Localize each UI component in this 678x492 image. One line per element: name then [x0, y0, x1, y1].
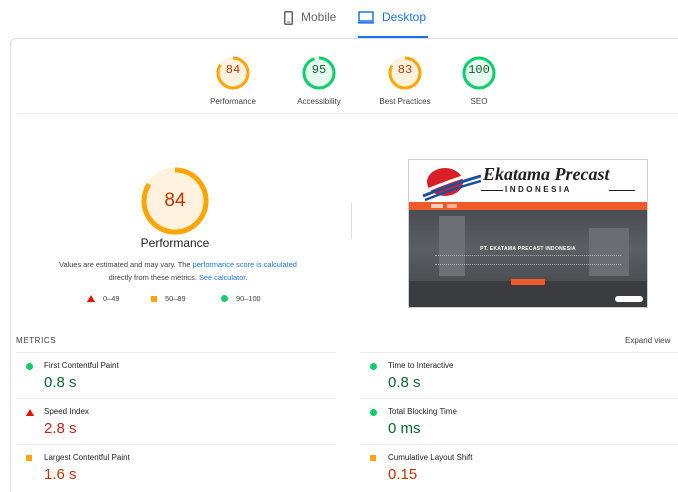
metric-cls: Cumulative Layout Shift 0.15 [360, 444, 678, 490]
device-tabs: Mobile Desktop [0, 0, 678, 38]
category-summary: 84 Performance 95 Accessibility 83 Best … [11, 55, 678, 115]
metric-value: 0.15 [388, 466, 418, 483]
logo-swoosh-icon [422, 168, 481, 202]
mobile-icon [284, 11, 293, 28]
score-label: Performance [210, 97, 256, 106]
site-nav [409, 202, 647, 210]
metric-name: Speed Index [44, 407, 89, 416]
score-label: Best Practices [379, 97, 431, 106]
gauge-performance[interactable]: 84 Performance [193, 55, 273, 106]
pass-circle-icon [26, 363, 33, 370]
average-square-icon [26, 455, 32, 461]
desc-text-1: Values are estimated and may vary. The [59, 260, 193, 269]
final-screenshot[interactable]: Ekatama Precast INDONESIA PT. EKATAMA PR… [408, 159, 648, 308]
see-calculator-link[interactable]: See calculator. [199, 273, 247, 282]
gauge-accessibility[interactable]: 95 Accessibility [279, 55, 359, 106]
score-label: SEO [470, 97, 488, 106]
score-value: 84 [225, 63, 241, 77]
tab-mobile-label: Mobile [301, 10, 337, 24]
tab-desktop[interactable]: Desktop [358, 10, 429, 38]
legend-pass: 90–100 [221, 294, 261, 303]
square-icon [151, 295, 157, 302]
performance-score: 84 [164, 190, 186, 211]
desktop-icon [358, 11, 374, 27]
score-label: Accessibility [297, 97, 341, 106]
hero-button [511, 279, 545, 285]
metric-value: 0.8 s [388, 374, 421, 391]
score-value: 95 [311, 63, 327, 77]
brand-rule-left [481, 190, 503, 191]
metric-tbt: Total Blocking Time 0 ms [360, 398, 678, 444]
legend-pass-label: 90–100 [236, 294, 261, 303]
legend-fail-label: 0–49 [103, 294, 120, 303]
hero-text [435, 255, 621, 265]
metric-tti: Time to Interactive 0.8 s [360, 352, 678, 398]
brand-sub: INDONESIA [505, 185, 572, 194]
score-value: 100 [468, 63, 490, 77]
gauge-best-practices[interactable]: 83 Best Practices [365, 55, 445, 106]
hero-structure [589, 228, 629, 276]
nav-item [431, 204, 443, 208]
legend-average-label: 50–89 [165, 294, 186, 303]
tab-desktop-label: Desktop [382, 10, 427, 24]
tab-mobile[interactable]: Mobile [284, 10, 336, 38]
score-calculated-link[interactable]: performance score is calculated [193, 260, 297, 269]
metric-name: Time to Interactive [388, 361, 454, 370]
metric-lcp: Largest Contentful Paint 1.6 s [16, 444, 336, 490]
site-hero: PT. EKATAMA PRECAST INDONESIA [409, 210, 647, 307]
legend-fail: 0–49 [87, 294, 119, 303]
metric-name: Largest Contentful Paint [44, 453, 130, 462]
summary-divider [17, 113, 678, 114]
fail-triangle-icon [26, 409, 34, 416]
gauge-seo[interactable]: 100 SEO [439, 55, 519, 106]
metric-value: 1.6 s [44, 466, 77, 483]
metric-value: 0.8 s [44, 374, 77, 391]
desc-text-2: directly from these metrics. [108, 273, 199, 282]
expand-view-toggle[interactable]: Expand view [625, 336, 670, 345]
metric-value: 0 ms [388, 420, 421, 437]
nav-item [447, 204, 457, 208]
metric-value: 2.8 s [44, 420, 77, 437]
legend-average: 50–89 [151, 294, 186, 303]
performance-title: Performance [140, 236, 210, 250]
pass-circle-icon [370, 409, 377, 416]
hero-title: PT. EKATAMA PRECAST INDONESIA [480, 246, 576, 252]
metric-name: Total Blocking Time [388, 407, 457, 416]
circle-icon [221, 295, 228, 302]
vertical-divider [351, 203, 352, 239]
metric-name: First Contentful Paint [44, 361, 119, 370]
pass-circle-icon [370, 363, 377, 370]
metrics-heading: METRICS [16, 336, 57, 345]
metric-name: Cumulative Layout Shift [388, 453, 473, 462]
triangle-icon [87, 295, 95, 302]
performance-gauge: 84 [139, 165, 211, 237]
brand-rule-right [609, 190, 635, 191]
average-square-icon [370, 455, 376, 461]
score-value: 83 [397, 63, 413, 77]
site-logo: Ekatama Precast INDONESIA [409, 160, 647, 202]
performance-description: Values are estimated and may vary. The p… [33, 258, 323, 284]
brand-name: Ekatama Precast [483, 164, 610, 184]
metric-fcp: First Contentful Paint 0.8 s [16, 352, 336, 398]
metric-speed-index: Speed Index 2.8 s [16, 398, 336, 444]
chat-badge [615, 296, 643, 302]
